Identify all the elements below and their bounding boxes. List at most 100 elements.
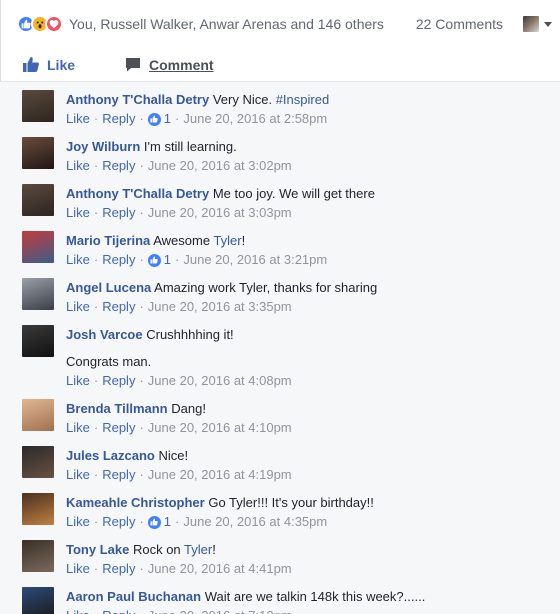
separator-dot: · bbox=[94, 607, 98, 614]
separator-dot: · bbox=[139, 373, 144, 388]
comment-like-link[interactable]: Like bbox=[66, 204, 90, 222]
comment-author-link[interactable]: Kameahle Christopher bbox=[66, 495, 205, 510]
comment-like-link[interactable]: Like bbox=[66, 513, 90, 531]
comment-item: Anthony T'Challa Detry Me too joy. We wi… bbox=[0, 184, 560, 222]
comment-timestamp-link[interactable]: June 20, 2016 at 4:41pm bbox=[148, 560, 292, 578]
commenter-avatar[interactable] bbox=[22, 540, 54, 572]
like-button[interactable]: Like bbox=[23, 57, 75, 73]
separator-dot: · bbox=[93, 561, 99, 576]
comment-author-link[interactable]: Anthony T'Challa Detry bbox=[66, 92, 209, 107]
comment-timestamp-link[interactable]: June 20, 2016 at 3:21pm bbox=[183, 251, 327, 269]
comment-author-link[interactable]: Tony Lake bbox=[66, 542, 129, 557]
comment-like-link[interactable]: Like bbox=[66, 110, 90, 128]
separator-dot: · bbox=[139, 607, 143, 614]
comment-text-suffix: ! bbox=[241, 233, 246, 248]
comment-reply-link[interactable]: Reply bbox=[102, 204, 135, 222]
comment-author-link[interactable]: Angel Lucena bbox=[66, 280, 151, 295]
separator-dot: · bbox=[93, 111, 99, 126]
comment-text-suffix: ! bbox=[212, 542, 216, 557]
comment-button[interactable]: Comment bbox=[125, 57, 214, 73]
comment-like-link[interactable]: Like bbox=[66, 607, 90, 614]
comment-tag-link[interactable]: Tyler bbox=[184, 542, 212, 557]
comment-reply-link[interactable]: Reply bbox=[102, 372, 135, 390]
comment-timestamp-link[interactable]: June 20, 2016 at 3:03pm bbox=[148, 204, 292, 222]
comment-text: Me too joy. We will get there bbox=[212, 186, 375, 201]
commenter-avatar[interactable] bbox=[22, 587, 54, 614]
comment-author-link[interactable]: Josh Varcoe bbox=[66, 327, 143, 342]
comment-meta: Like · Reply · June 20, 2016 at 4:10pm bbox=[66, 419, 292, 437]
comment-reply-link[interactable]: Reply bbox=[102, 607, 135, 614]
comment-item: Joy Wilburn I'm still learning. Like · Repl… bbox=[0, 137, 560, 175]
comment-author-link[interactable]: Aaron Paul Buchanan bbox=[66, 589, 201, 604]
comment-reply-link[interactable]: Reply bbox=[102, 466, 135, 484]
comment-like-link[interactable]: Like bbox=[66, 298, 90, 316]
comment-count-link[interactable]: 22 Comments bbox=[416, 16, 503, 32]
comment-timestamp-link[interactable]: June 20, 2016 at 4:10pm bbox=[148, 419, 292, 437]
reaction-icons[interactable] bbox=[17, 15, 63, 33]
comment-meta: Like · Reply · June 20, 2016 at 4:08pm bbox=[66, 372, 292, 390]
separator-dot: · bbox=[93, 252, 99, 267]
comment-author-link[interactable]: Jules Lazcano bbox=[66, 448, 155, 463]
commenter-avatar[interactable] bbox=[22, 137, 54, 169]
separator-dot: · bbox=[139, 111, 144, 126]
comment-author-link[interactable]: Joy Wilburn bbox=[66, 139, 140, 154]
comment-like-link[interactable]: Like bbox=[66, 419, 90, 437]
comment-meta: Like · Reply · June 20, 2016 at 4:41pm bbox=[66, 560, 292, 578]
comment-reply-link[interactable]: Reply bbox=[102, 251, 135, 269]
comment-reply-link[interactable]: Reply bbox=[102, 157, 135, 175]
comment-reply-link[interactable]: Reply bbox=[102, 560, 135, 578]
commenter-avatar[interactable] bbox=[22, 231, 54, 263]
comment-text: Rock on bbox=[132, 542, 185, 557]
comment-like-link[interactable]: Like bbox=[66, 560, 90, 578]
comment-meta: Like · Reply · 1 · June 20, 2016 at 3:21pm bbox=[66, 251, 327, 269]
comment-like-link[interactable]: Like bbox=[66, 251, 90, 269]
speech-bubble-icon bbox=[126, 58, 141, 72]
comment-meta: Like · Reply · June 20, 2016 at 3:35pm bbox=[66, 298, 377, 316]
commenter-avatar[interactable] bbox=[22, 493, 54, 525]
comment-like-count[interactable]: 1 bbox=[164, 110, 171, 128]
reaction-summary-link[interactable]: You, Russell Walker, Anwar Arenas and 14… bbox=[69, 16, 384, 32]
comment-author-link[interactable]: Brenda Tillmann bbox=[66, 401, 168, 416]
separator-dot: · bbox=[93, 158, 99, 173]
comment-like-count[interactable]: 1 bbox=[164, 251, 171, 269]
commenter-avatar[interactable] bbox=[22, 184, 54, 216]
comment-list: Anthony T'Challa Detry Very Nice. #Inspi… bbox=[0, 82, 560, 614]
commenter-avatar[interactable] bbox=[22, 278, 54, 310]
comment-timestamp-link[interactable]: June 20, 2016 at 4:35pm bbox=[183, 513, 327, 531]
comment-reply-link[interactable]: Reply bbox=[102, 419, 135, 437]
comment-meta: Like · Reply · 1 · June 20, 2016 at 4:35pm bbox=[66, 513, 374, 531]
comment-text: Nice! bbox=[158, 448, 189, 463]
comment-text: Amazing work Tyler, thanks for sharing bbox=[154, 280, 378, 295]
action-bar: Like Comment bbox=[0, 48, 560, 82]
comment-button-label: Comment bbox=[149, 56, 214, 73]
separator-dot: · bbox=[139, 299, 144, 314]
separator-dot: · bbox=[93, 299, 99, 314]
commenter-avatar[interactable] bbox=[22, 90, 54, 122]
comment-timestamp-link[interactable]: June 20, 2016 at 3:35pm bbox=[148, 298, 292, 316]
comment-tag-link[interactable]: #Inspired bbox=[276, 92, 329, 107]
comment-author-link[interactable]: Mario Tijerina bbox=[66, 233, 150, 248]
comment-item: Tony Lake Rock on Tyler! Like · Reply · June … bbox=[0, 540, 560, 578]
comment-timestamp-link[interactable]: June 20, 2016 at 2:58pm bbox=[183, 110, 327, 128]
commenter-avatar[interactable] bbox=[22, 446, 54, 478]
comment-extra-text: Congrats man. bbox=[66, 354, 152, 369]
comment-reply-link[interactable]: Reply bbox=[102, 298, 135, 316]
comment-timestamp-link[interactable]: June 20, 2016 at 4:19pm bbox=[148, 466, 292, 484]
comment-author-link[interactable]: Anthony T'Challa Detry bbox=[66, 186, 209, 201]
comment-timestamp-link[interactable]: June 20, 2016 at 3:02pm bbox=[148, 157, 292, 175]
comment-timestamp-link[interactable]: June 20, 2016 at 4:08pm bbox=[148, 372, 292, 390]
comment-meta: Like · Reply · June 20, 2016 at 4:19pm bbox=[66, 466, 292, 484]
comment-reply-link[interactable]: Reply bbox=[102, 110, 135, 128]
comment-like-link[interactable]: Like bbox=[66, 466, 90, 484]
comment-timestamp-link[interactable]: June 20, 2016 at 7:12pm bbox=[148, 607, 292, 614]
comment-like-link[interactable]: Like bbox=[66, 372, 90, 390]
separator-dot: · bbox=[175, 514, 180, 529]
comment-like-count[interactable]: 1 bbox=[164, 513, 171, 531]
audience-selector[interactable] bbox=[523, 16, 552, 32]
comment-meta: Like · Reply · 1 · June 20, 2016 at 2:58pm bbox=[66, 110, 329, 128]
commenter-avatar[interactable] bbox=[22, 399, 54, 431]
comment-like-link[interactable]: Like bbox=[66, 157, 90, 175]
commenter-avatar[interactable] bbox=[22, 325, 54, 357]
comment-tag-link[interactable]: Tyler bbox=[213, 233, 241, 248]
comment-reply-link[interactable]: Reply bbox=[102, 513, 135, 531]
